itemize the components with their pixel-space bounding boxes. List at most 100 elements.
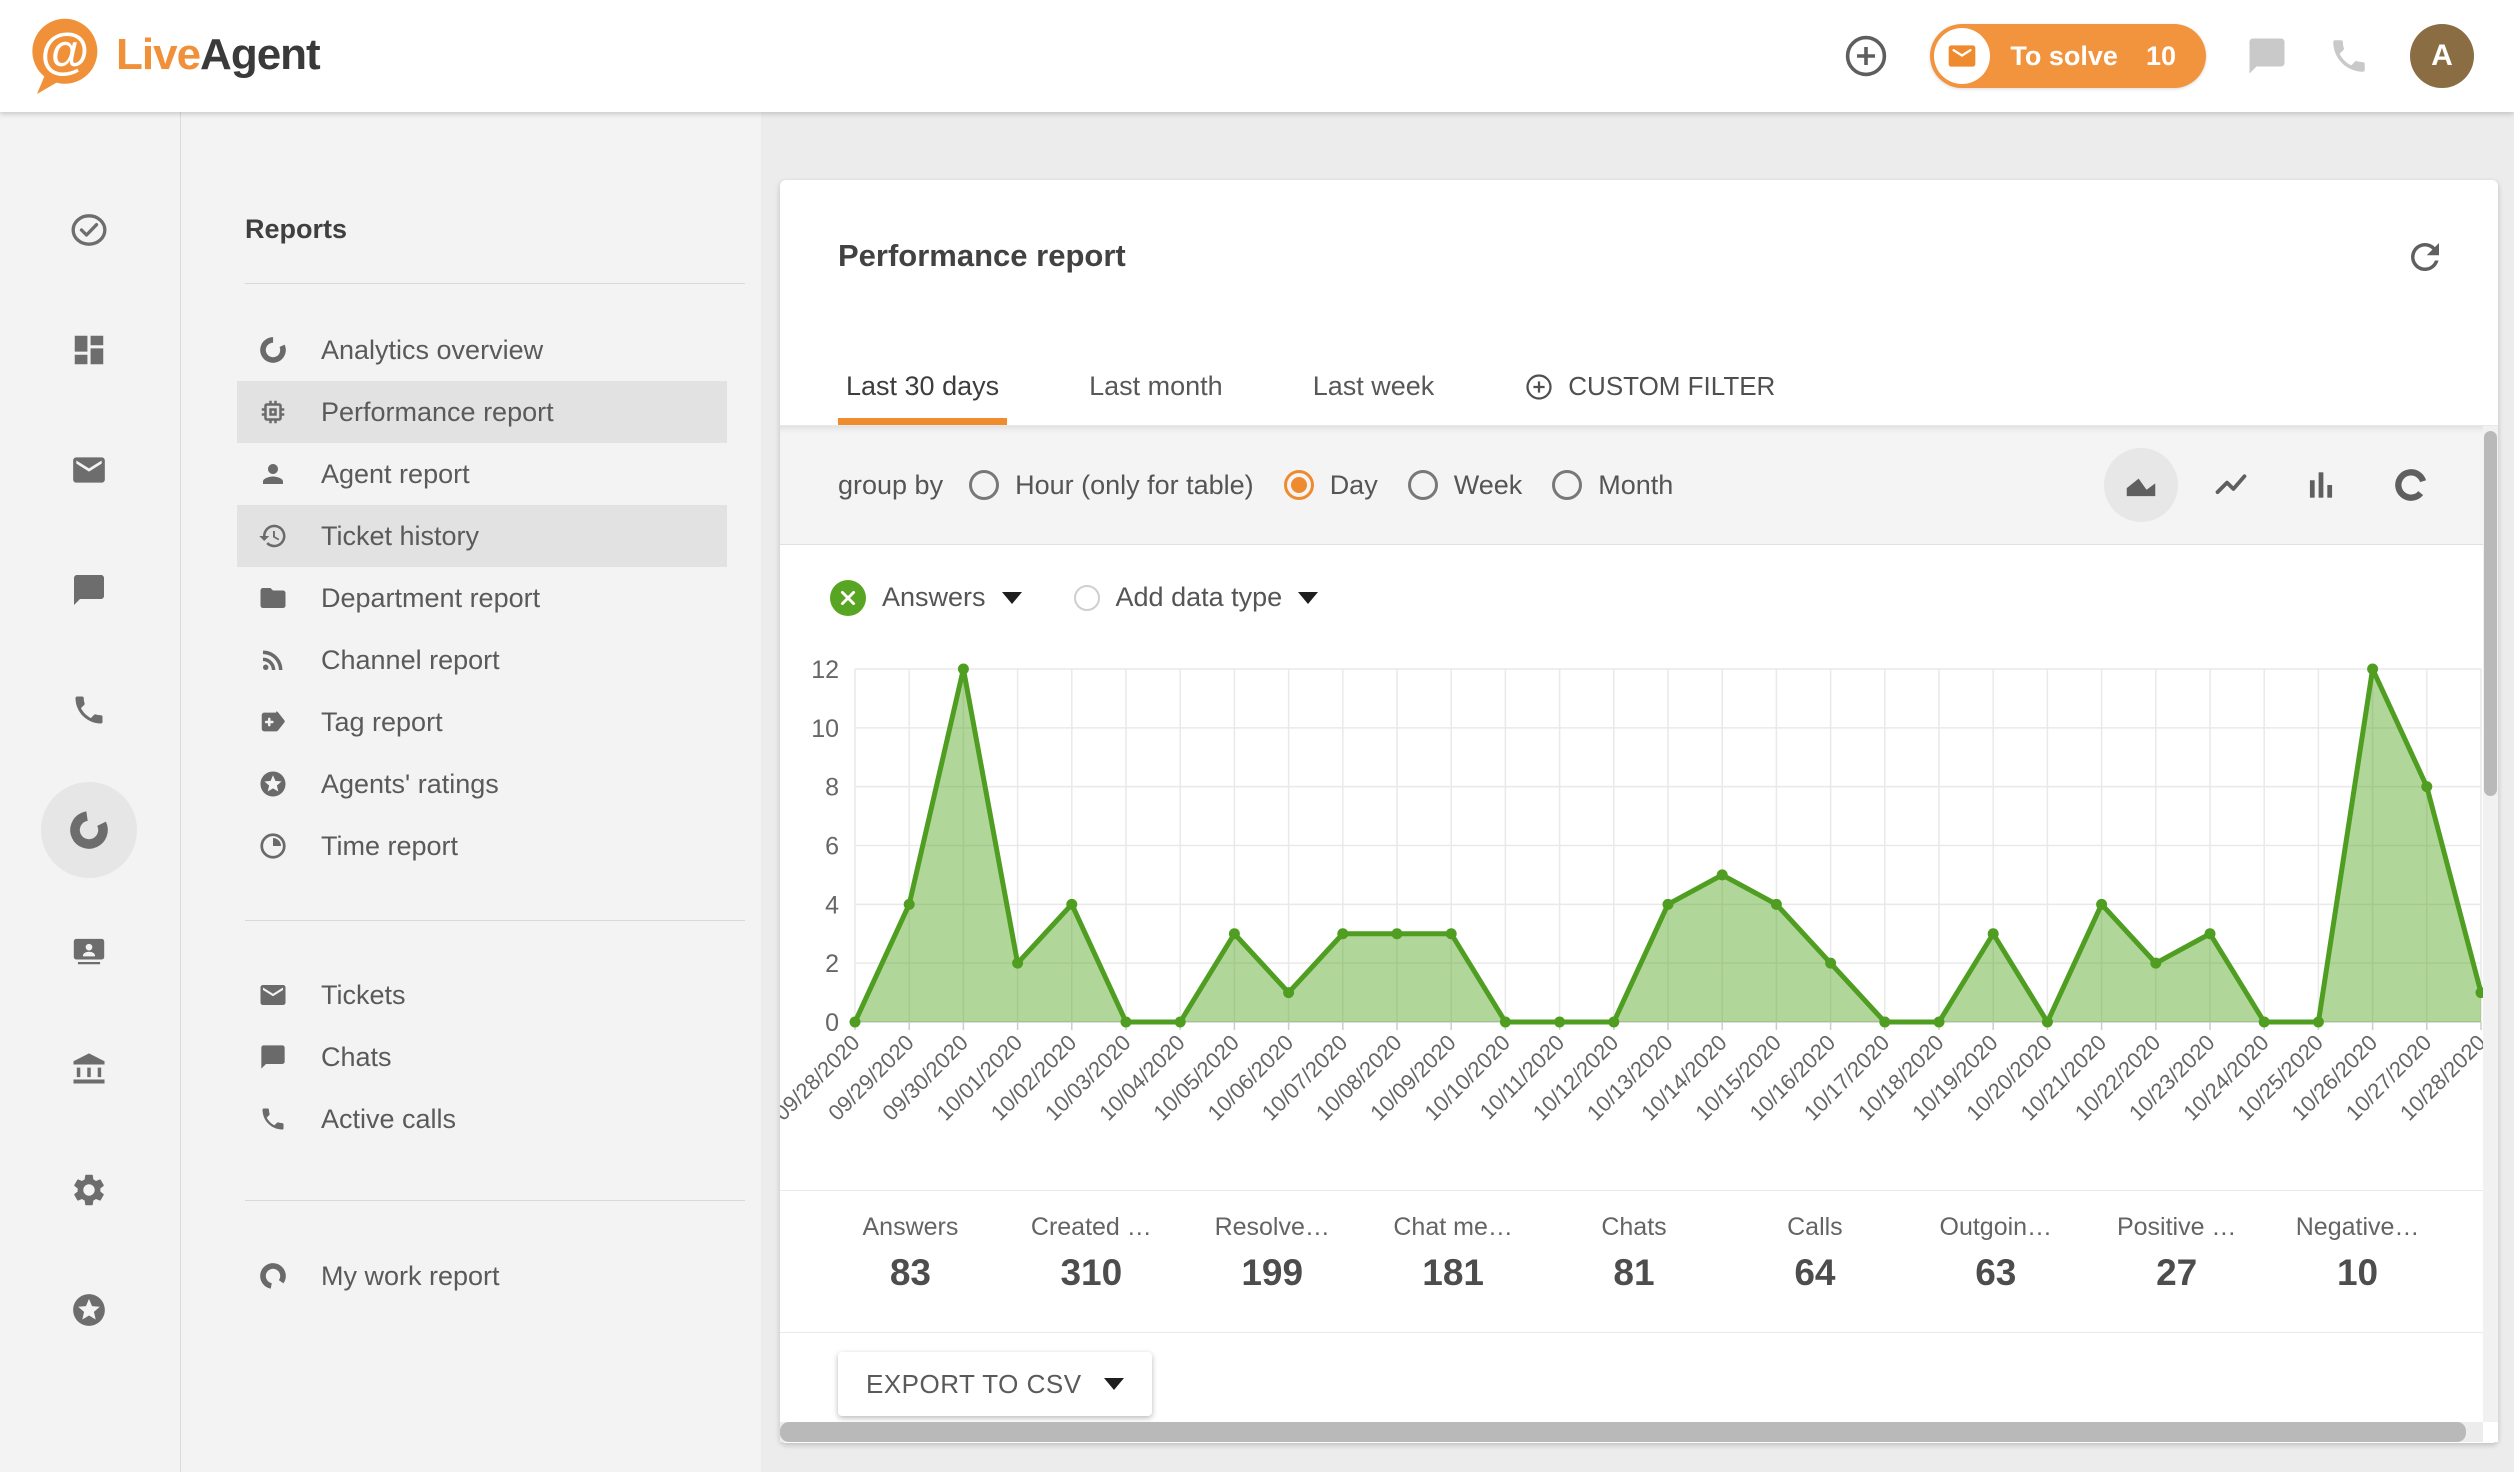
svg-text:10: 10 [811,715,839,743]
calls-header-button[interactable] [2328,35,2370,77]
line-chart-button[interactable] [2194,448,2268,522]
vertical-scrollbar-thumb[interactable] [2484,431,2497,796]
svg-text:6: 6 [825,833,839,861]
refresh-button[interactable] [2404,236,2446,278]
stat-negative[interactable]: Negative… 10 [2267,1191,2448,1331]
stat-positive[interactable]: Positive … 27 [2086,1191,2267,1331]
tag-plus-icon [257,706,289,738]
rail-settings-button[interactable] [61,1162,117,1218]
sidebar-item-agents-ratings[interactable]: Agents' ratings [237,753,727,815]
stat-chats[interactable]: Chats 81 [1544,1191,1725,1331]
rail-tickets-resolve-button[interactable] [61,202,117,258]
series-chip-label: Answers [882,582,986,613]
bar-chart-button[interactable] [2284,448,2358,522]
sidebar-item-ticket-history[interactable]: Ticket history [237,505,727,567]
tab-last-30-days[interactable]: Last 30 days [838,355,1007,425]
sidebar-item-active-calls[interactable]: Active calls [237,1088,727,1150]
sidebar-item-label: Time report [321,831,458,862]
area-chart-icon [2122,466,2160,504]
add-new-button[interactable] [1842,32,1890,80]
rss-icon [257,644,289,676]
stat-chat-messages[interactable]: Chat me… 181 [1363,1191,1544,1331]
sidebar-item-channel-report[interactable]: Channel report [237,629,727,691]
export-to-csv-button[interactable]: EXPORT TO CSV [838,1352,1152,1416]
sidebar-item-label: Analytics overview [321,335,543,366]
donut-chart-button[interactable] [2374,448,2448,522]
mail-icon [257,979,289,1011]
chat-bubble-icon [71,572,107,608]
sidebar-item-agent-report[interactable]: Agent report [237,443,727,505]
stat-answers[interactable]: Answers 83 [820,1191,1001,1331]
chip-memory-icon [257,396,289,428]
sidebar-item-performance-report[interactable]: Performance report [237,381,727,443]
add-data-type-button[interactable]: Add data type [1074,582,1319,613]
export-label: EXPORT TO CSV [866,1369,1082,1400]
summary-stats-row: Answers 83 Created … 310 Resolve… 199 Ch… [820,1191,2448,1331]
area-chart-button[interactable] [2104,448,2178,522]
group-by-label: group by [838,470,943,501]
rail-chats-button[interactable] [61,562,117,618]
chats-header-button[interactable] [2246,35,2288,77]
radio-day[interactable]: Day [1284,470,1378,501]
sidebar-item-chats[interactable]: Chats [237,1026,727,1088]
sidebar-item-analytics-overview[interactable]: Analytics overview [237,319,727,381]
stat-calls[interactable]: Calls 64 [1724,1191,1905,1331]
phone-icon [71,692,107,728]
divider [780,1332,2498,1333]
donut-chart-icon [257,1260,289,1292]
answers-series-chip[interactable]: Answers [830,580,1022,616]
stat-outgoing[interactable]: Outgoin… 63 [1905,1191,2086,1331]
scrollbar-corner [2483,1422,2498,1442]
top-header: @ LiveAgent [0,0,2514,112]
liveagent-bubble-icon: @ [24,14,102,96]
to-solve-label: To solve [2010,41,2118,72]
sidebar-item-my-work-report[interactable]: My work report [237,1245,727,1307]
user-avatar[interactable]: A [2410,24,2474,88]
phone-icon [2328,35,2370,77]
chevron-down-icon [1002,592,1022,604]
brand-agent: Agent [200,30,320,79]
avatar-letter: A [2431,39,2453,73]
radio-month[interactable]: Month [1552,470,1673,501]
reports-donut-icon [68,809,110,851]
sidebar-item-label: Tag report [321,707,443,738]
sidebar-item-time-report[interactable]: Time report [237,815,727,877]
vertical-scrollbar[interactable] [2483,426,2498,1442]
envelope-icon [1946,40,1978,72]
horizontal-scrollbar[interactable] [780,1422,2483,1442]
rail-calls-button[interactable] [61,682,117,738]
tab-last-week[interactable]: Last week [1305,355,1443,425]
rail-dashboard-button[interactable] [61,322,117,378]
rail-ratings-button[interactable] [61,1282,117,1338]
to-solve-pill[interactable]: To solve 10 [1930,24,2206,88]
radio-circle [969,470,999,500]
radio-week[interactable]: Week [1408,470,1523,501]
radio-hour[interactable]: Hour (only for table) [969,470,1254,501]
brand-logo[interactable]: @ LiveAgent [24,14,320,96]
stat-created[interactable]: Created … 310 [1001,1191,1182,1331]
performance-report-card: Performance report Last 30 days Last mon… [780,180,2498,1443]
sidebar-item-label: Performance report [321,397,554,428]
tab-last-month[interactable]: Last month [1081,355,1231,425]
custom-filter-button[interactable]: CUSTOM FILTER [1516,355,1783,425]
plus-circle-icon [1524,372,1554,402]
refresh-icon [2404,236,2446,278]
sidebar-item-label: Tickets [321,980,406,1011]
sidebar-item-tag-report[interactable]: Tag report [237,691,727,753]
rail-reports-button[interactable] [41,782,137,878]
rail-mail-button[interactable] [61,442,117,498]
rail-contacts-button[interactable] [61,922,117,978]
sidebar-item-department-report[interactable]: Department report [237,567,727,629]
sidebar-item-tickets[interactable]: Tickets [237,964,727,1026]
time-pie-icon [257,830,289,862]
main-content: Performance report Last 30 days Last mon… [761,112,2514,1472]
contact-card-icon [70,931,108,969]
stat-resolved[interactable]: Resolve… 199 [1182,1191,1363,1331]
remove-series-icon[interactable] [830,580,866,616]
rail-company-button[interactable] [61,1042,117,1098]
date-range-tabs: Last 30 days Last month Last week CUSTOM… [838,355,1783,425]
horizontal-scrollbar-thumb[interactable] [780,1422,2466,1442]
radio-circle-selected [1284,470,1314,500]
mail-icon [70,451,108,489]
svg-text:2: 2 [825,950,839,978]
